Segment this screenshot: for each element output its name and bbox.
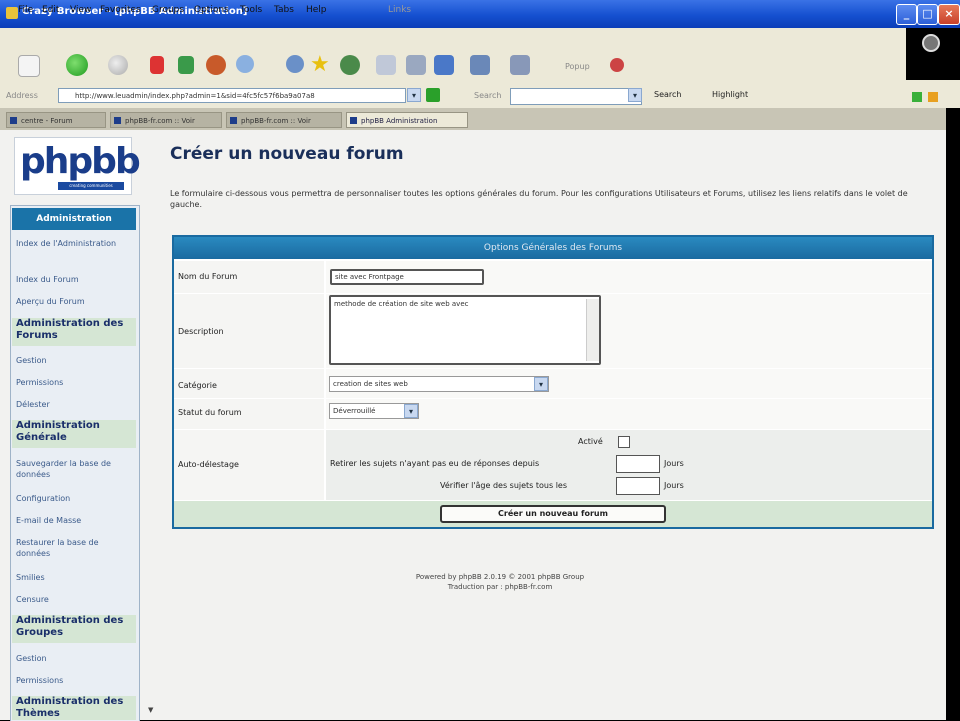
translation-credit[interactable]: Traduction par : phpBB-fr.com [300,582,700,592]
autoprune-label: Auto-délestage [178,460,239,469]
search-button[interactable]: Search [654,90,681,99]
stop-icon[interactable] [150,56,164,74]
home-icon[interactable] [206,55,226,75]
sidebar-item-forum-index[interactable]: Index du Forum [16,274,134,285]
menu-links-label: Links [388,5,412,15]
forum-name-input[interactable]: site avec Frontpage [330,269,484,285]
status-dropdown-icon[interactable]: ▾ [404,404,418,418]
edit-icon[interactable] [434,55,454,75]
search-icon[interactable] [236,55,254,73]
prune-frequency-input[interactable] [616,477,660,495]
menu-bar [0,28,906,51]
menu-file[interactable]: File [18,5,33,15]
sidebar-item-configuration[interactable]: Configuration [16,493,134,504]
sidebar-item-forum-management[interactable]: Gestion [16,355,134,366]
autoprune-active-checkbox[interactable] [618,436,630,448]
prune-days-unit: Jours [664,459,684,468]
address-dropdown-icon[interactable]: ▾ [407,88,421,102]
print-icon[interactable] [406,55,426,75]
menu-tabs[interactable]: Tabs [274,5,294,15]
forum-name-label: Nom du Forum [178,272,238,281]
status-label: Statut du forum [178,408,242,417]
page-footer: Powered by phpBB 2.0.19 © 2001 phpBB Gro… [300,572,700,592]
sidebar-section-general: Administration Générale [12,420,136,448]
form-header: Options Générales des Forums [174,237,932,259]
sidebar-header: Administration [12,208,136,230]
popup-icon[interactable] [610,58,624,72]
refresh-icon[interactable] [178,56,194,74]
menu-options[interactable]: Options [194,5,229,15]
menu-tools[interactable]: Tools [240,5,262,15]
sidebar-section-themes: Administration des Thèmes [12,696,136,720]
sidebar-item-censor[interactable]: Censure [16,594,134,605]
new-page-icon[interactable] [18,55,40,77]
category-dropdown-icon[interactable]: ▾ [534,377,548,391]
menu-edit[interactable]: Edit [42,5,59,15]
minimize-button[interactable]: _ [896,4,917,25]
prune-frequency-label: Vérifier l'âge des sujets tous les [440,481,568,490]
browser-app-icon [6,7,18,19]
address-input[interactable]: http://www.leuadmin/index.php?admin=1&si… [58,88,406,103]
menu-groups[interactable]: Groups [152,5,184,15]
sidebar-item-group-management[interactable]: Gestion [16,653,134,664]
logo-text: phpbb [20,141,141,182]
sidebar-item-forum-prune[interactable]: Délester [16,399,134,410]
status-green-icon [912,92,922,102]
sidebar-item-restore-db[interactable]: Restaurer la base de données [16,537,134,559]
record-icon [922,34,940,52]
highlight-button[interactable]: Highlight [712,90,748,99]
tab-phpbb-fr-2[interactable]: phpBB-fr.com :: Voir [226,112,342,128]
menu-favorites[interactable]: Favorites [100,5,141,15]
menu-view[interactable]: View [70,5,91,15]
search-dropdown-icon[interactable]: ▾ [628,88,642,102]
category-label: Catégorie [178,381,217,390]
back-icon[interactable] [66,54,88,76]
sidebar-item-forum-preview[interactable]: Aperçu du Forum [16,296,134,307]
page-description: Le formulaire ci-dessous vous permettra … [170,189,908,209]
prune-days-label: Retirer les sujets n'ayant pas eu de rép… [330,459,540,468]
search-input[interactable] [510,88,642,105]
windows-icon[interactable] [470,55,490,75]
create-forum-button[interactable]: Créer un nouveau forum [440,505,666,523]
address-label: Address [6,91,38,100]
sidebar-item-backup-db[interactable]: Sauvegarder la base de données [16,458,134,480]
status-orange-icon [928,92,938,102]
close-button[interactable]: × [938,4,960,25]
search-label: Search [474,91,502,100]
history-icon[interactable] [340,55,360,75]
tab-forum[interactable]: centre - Forum [6,112,106,128]
prune-frequency-unit: Jours [664,481,684,490]
sidebar-item-group-permissions[interactable]: Permissions [16,675,134,686]
description-scrollbar[interactable] [586,299,599,361]
favorites-icon[interactable]: ★ [310,52,330,77]
page-title: Créer un nouveau forum [170,144,404,164]
scroll-down-icon[interactable]: ▼ [148,706,153,714]
sidebar-item-mass-email[interactable]: E-mail de Masse [16,515,134,526]
sidebar-section-groups: Administration des Groupes [12,615,136,643]
autoprune-active-label: Activé [578,437,603,446]
columns-icon[interactable] [510,55,530,75]
right-edge [946,108,960,720]
forward-icon[interactable] [108,55,128,75]
category-select[interactable]: creation de sites web [329,376,549,392]
mail-icon[interactable] [376,55,396,75]
powered-by-text[interactable]: Powered by phpBB 2.0.19 © 2001 phpBB Gro… [300,572,700,582]
prune-days-input[interactable] [616,455,660,473]
sidebar-item-forum-permissions[interactable]: Permissions [16,377,134,388]
description-textarea[interactable]: methode de création de site web avec [329,295,601,365]
maximize-button[interactable]: □ [917,4,938,25]
menu-help[interactable]: Help [306,5,327,15]
description-label: Description [178,327,224,336]
sidebar-section-forums: Administration des Forums [12,318,136,346]
logo-subtitle: creating communities [58,182,124,190]
sidebar-item-admin-index[interactable]: Index de l'Administration [16,238,134,249]
popup-label: Popup [565,62,590,71]
tab-phpbb-admin[interactable]: phpBB Administration [346,112,468,128]
zoom-icon[interactable] [286,55,304,73]
go-icon[interactable] [426,88,440,102]
tab-phpbb-fr-1[interactable]: phpBB-fr.com :: Voir [110,112,222,128]
sidebar-item-smilies[interactable]: Smilies [16,572,134,583]
